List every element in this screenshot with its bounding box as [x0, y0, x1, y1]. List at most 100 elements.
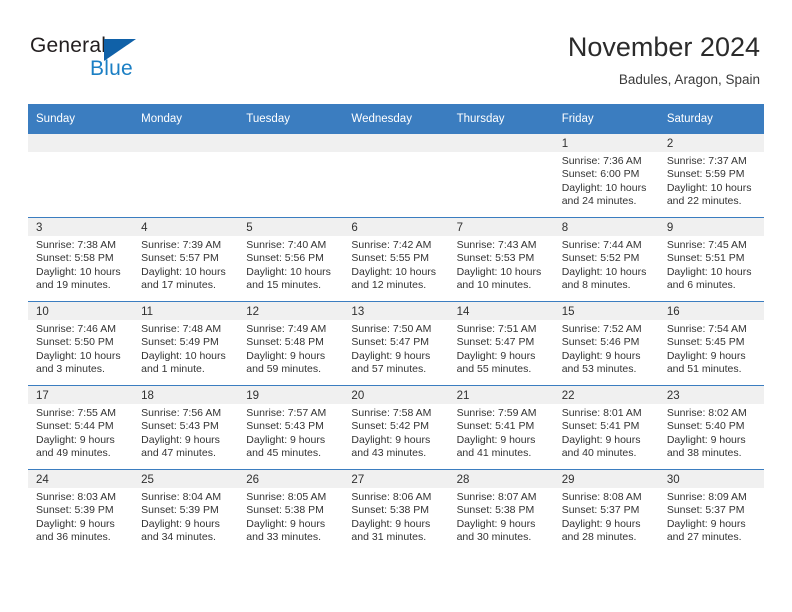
- day-detail-line: and 12 minutes.: [351, 279, 427, 292]
- day-detail-line: Sunrise: 8:06 AM: [351, 491, 432, 503]
- day-number: 16: [658, 302, 764, 320]
- day-number: 28: [448, 470, 554, 488]
- day-detail-line: and 47 minutes.: [141, 447, 216, 460]
- day-detail-line: Daylight: 10 hours: [246, 265, 331, 278]
- day-number: 20: [343, 386, 449, 404]
- day-detail-line: and 28 minutes.: [561, 531, 637, 544]
- day-number: 14: [448, 302, 554, 320]
- day-cell-25[interactable]: 25 Sunrise: 8:04 AM Sunset: 5:39 PM Dayligh…: [133, 470, 239, 553]
- day-cell-12[interactable]: 12 Sunrise: 7:49 AM Sunset: 5:48 PM Dayligh…: [238, 302, 344, 386]
- weekday-header-friday: Friday: [553, 104, 659, 134]
- day-cell-19[interactable]: 19 Sunrise: 7:57 AM Sunset: 5:43 PM Dayligh…: [238, 386, 344, 470]
- day-detail-line: Daylight: 9 hours: [456, 517, 536, 530]
- calendar-cell: 25 Sunrise: 8:04 AM Sunset: 5:39 PM Dayligh…: [133, 469, 239, 553]
- weekday-header-thursday: Thursday: [448, 104, 554, 134]
- day-number: 18: [133, 386, 239, 404]
- day-cell-24[interactable]: 24 Sunrise: 8:03 AM Sunset: 5:39 PM Dayligh…: [28, 470, 134, 553]
- general-blue-logo[interactable]: General Blue: [30, 34, 180, 88]
- day-detail-line: and 3 minutes.: [36, 363, 105, 376]
- day-cell-26[interactable]: 26 Sunrise: 8:05 AM Sunset: 5:38 PM Dayligh…: [238, 470, 344, 553]
- day-cell-21[interactable]: 21 Sunrise: 7:59 AM Sunset: 5:41 PM Dayligh…: [448, 386, 554, 470]
- calendar-cell: 9 Sunrise: 7:45 AM Sunset: 5:51 PM Daylight…: [658, 217, 764, 302]
- calendar-cell: 26 Sunrise: 8:05 AM Sunset: 5:38 PM Dayligh…: [238, 469, 344, 553]
- calendar-cell: 6 Sunrise: 7:42 AM Sunset: 5:55 PM Daylight…: [343, 217, 449, 302]
- day-details: Sunrise: 7:42 AM Sunset: 5:55 PM Daylight:…: [343, 236, 448, 293]
- weekday-header-sunday: Sunday: [28, 104, 134, 134]
- day-cell-16[interactable]: 16 Sunrise: 7:54 AM Sunset: 5:45 PM Dayligh…: [658, 302, 764, 386]
- day-cell-20[interactable]: 20 Sunrise: 7:58 AM Sunset: 5:42 PM Dayligh…: [343, 386, 449, 470]
- day-cell-empty: [448, 134, 554, 217]
- calendar-cell: 1 Sunrise: 7:36 AM Sunset: 6:00 PM Daylight…: [553, 134, 659, 218]
- day-details: Sunrise: 8:09 AM Sunset: 5:37 PM Daylight:…: [659, 488, 764, 545]
- day-cell-7[interactable]: 7 Sunrise: 7:43 AM Sunset: 5:53 PM Daylight…: [448, 218, 554, 302]
- day-detail-line: Daylight: 9 hours: [456, 349, 536, 362]
- day-detail-line: Sunrise: 8:03 AM: [36, 491, 116, 503]
- day-detail-line: and 57 minutes.: [351, 363, 427, 376]
- day-cell-9[interactable]: 9 Sunrise: 7:45 AM Sunset: 5:51 PM Daylight…: [658, 218, 764, 302]
- day-detail-line: Sunrise: 7:54 AM: [666, 323, 747, 335]
- day-detail-line: and 22 minutes.: [666, 195, 742, 208]
- day-cell-14[interactable]: 14 Sunrise: 7:51 AM Sunset: 5:47 PM Dayligh…: [448, 302, 554, 386]
- day-cell-1[interactable]: 1 Sunrise: 7:36 AM Sunset: 6:00 PM Daylight…: [553, 134, 659, 217]
- calendar-week-row: 24 Sunrise: 8:03 AM Sunset: 5:39 PM Dayligh…: [28, 469, 764, 553]
- day-cell-17[interactable]: 17 Sunrise: 7:55 AM Sunset: 5:44 PM Dayligh…: [28, 386, 134, 470]
- day-details: Sunrise: 7:52 AM Sunset: 5:46 PM Daylight:…: [554, 320, 659, 377]
- day-detail-line: Daylight: 10 hours: [561, 265, 647, 278]
- day-cell-30[interactable]: 30 Sunrise: 8:09 AM Sunset: 5:37 PM Dayligh…: [658, 470, 764, 553]
- day-cell-29[interactable]: 29 Sunrise: 8:08 AM Sunset: 5:37 PM Dayligh…: [553, 470, 659, 553]
- day-number: 29: [553, 470, 659, 488]
- day-detail-line: Sunset: 5:56 PM: [246, 252, 324, 265]
- day-details: Sunrise: 8:04 AM Sunset: 5:39 PM Daylight:…: [133, 488, 238, 545]
- day-detail-line: Sunset: 5:42 PM: [351, 420, 430, 433]
- day-cell-10[interactable]: 10 Sunrise: 7:46 AM Sunset: 5:50 PM Dayligh…: [28, 302, 134, 386]
- day-details: Sunrise: 7:45 AM Sunset: 5:51 PM Daylight:…: [659, 236, 764, 293]
- day-detail-line: and 10 minutes.: [456, 279, 532, 292]
- day-details: Sunrise: 7:44 AM Sunset: 5:52 PM Daylight:…: [554, 236, 659, 293]
- calendar-cell: 27 Sunrise: 8:06 AM Sunset: 5:38 PM Dayligh…: [343, 469, 449, 553]
- day-cell-empty: [238, 134, 344, 217]
- day-detail-line: Sunrise: 7:38 AM: [36, 239, 116, 251]
- day-detail-line: and 40 minutes.: [561, 447, 637, 460]
- day-detail-line: Sunset: 5:38 PM: [351, 504, 430, 517]
- day-cell-28[interactable]: 28 Sunrise: 8:07 AM Sunset: 5:38 PM Dayligh…: [448, 470, 554, 553]
- day-number: 27: [343, 470, 449, 488]
- day-cell-3[interactable]: 3 Sunrise: 7:38 AM Sunset: 5:58 PM Daylight…: [28, 218, 134, 302]
- day-detail-line: and 6 minutes.: [666, 279, 736, 292]
- day-cell-2[interactable]: 2 Sunrise: 7:37 AM Sunset: 5:59 PM Daylight…: [658, 134, 764, 217]
- day-detail-line: Sunrise: 7:43 AM: [456, 239, 537, 251]
- day-detail-line: and 1 minute.: [141, 363, 205, 376]
- calendar-header-row: Sunday Monday Tuesday Wednesday Thursday Frid…: [28, 104, 764, 134]
- day-detail-line: and 31 minutes.: [351, 531, 427, 544]
- day-detail-line: Sunset: 5:55 PM: [351, 252, 430, 265]
- day-detail-line: Sunrise: 7:45 AM: [666, 239, 747, 251]
- day-cell-23[interactable]: 23 Sunrise: 8:02 AM Sunset: 5:40 PM Dayligh…: [658, 386, 764, 470]
- day-detail-line: Sunset: 5:50 PM: [36, 336, 114, 349]
- day-cell-6[interactable]: 6 Sunrise: 7:42 AM Sunset: 5:55 PM Daylight…: [343, 218, 449, 302]
- day-cell-15[interactable]: 15 Sunrise: 7:52 AM Sunset: 5:46 PM Dayligh…: [553, 302, 659, 386]
- day-cell-13[interactable]: 13 Sunrise: 7:50 AM Sunset: 5:47 PM Dayligh…: [343, 302, 449, 386]
- calendar-week-row: 3 Sunrise: 7:38 AM Sunset: 5:58 PM Daylight…: [28, 217, 764, 302]
- day-cell-4[interactable]: 4 Sunrise: 7:39 AM Sunset: 5:57 PM Daylight…: [133, 218, 239, 302]
- day-detail-line: Sunrise: 8:05 AM: [246, 491, 327, 503]
- day-cell-27[interactable]: 27 Sunrise: 8:06 AM Sunset: 5:38 PM Dayligh…: [343, 470, 449, 553]
- day-details: Sunrise: 7:48 AM Sunset: 5:49 PM Daylight:…: [133, 320, 238, 377]
- day-number: 25: [133, 470, 239, 488]
- day-detail-line: Sunrise: 7:40 AM: [246, 239, 327, 251]
- day-detail-line: Sunset: 5:39 PM: [36, 504, 114, 517]
- calendar-cell: 22 Sunrise: 8:01 AM Sunset: 5:41 PM Dayligh…: [553, 385, 659, 470]
- day-cell-5[interactable]: 5 Sunrise: 7:40 AM Sunset: 5:56 PM Daylight…: [238, 218, 344, 302]
- day-detail-line: Sunrise: 7:44 AM: [561, 239, 642, 251]
- day-detail-line: Daylight: 9 hours: [246, 517, 326, 530]
- day-cell-8[interactable]: 8 Sunrise: 7:44 AM Sunset: 5:52 PM Daylight…: [553, 218, 659, 302]
- day-cell-22[interactable]: 22 Sunrise: 8:01 AM Sunset: 5:41 PM Dayligh…: [553, 386, 659, 470]
- day-detail-line: Daylight: 9 hours: [36, 517, 115, 530]
- day-cell-11[interactable]: 11 Sunrise: 7:48 AM Sunset: 5:49 PM Dayligh…: [133, 302, 239, 386]
- day-cell-18[interactable]: 18 Sunrise: 7:56 AM Sunset: 5:43 PM Dayligh…: [133, 386, 239, 470]
- day-detail-line: Daylight: 10 hours: [561, 181, 647, 194]
- day-number: 8: [553, 218, 659, 236]
- title-block: November 2024 Badules, Aragon, Spain: [568, 30, 760, 90]
- day-detail-line: Daylight: 9 hours: [666, 433, 746, 446]
- day-number: 3: [28, 218, 134, 236]
- day-detail-line: Sunset: 5:39 PM: [141, 504, 219, 517]
- day-cell-empty: [343, 134, 449, 217]
